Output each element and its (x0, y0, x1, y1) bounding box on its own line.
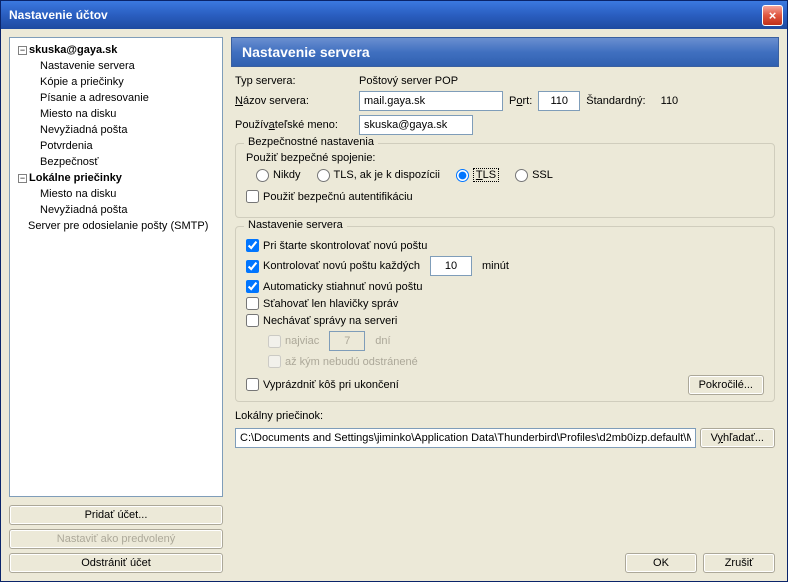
advanced-button[interactable]: Pokročilé... (688, 375, 764, 395)
collapse-icon[interactable]: − (18, 174, 27, 183)
max-days-unit: dní (375, 335, 390, 347)
server-name-input[interactable] (359, 91, 503, 111)
leave-on-server-checkbox[interactable]: Nechávať správy na serveri (246, 314, 397, 327)
tree-item-copies[interactable]: Kópie a priečinky (14, 74, 218, 90)
server-type-label: Typ servera: (235, 75, 353, 87)
std-port-value: 110 (661, 95, 679, 107)
local-folder-input[interactable] (235, 428, 696, 448)
security-legend: Bezpečnostné nastavenia (244, 136, 378, 148)
collapse-icon[interactable]: − (18, 46, 27, 55)
tree-account-label: skuska@gaya.sk (29, 44, 117, 56)
section-header: Nastavenie servera (231, 37, 779, 67)
tree-local-root[interactable]: − Lokálne priečinky (14, 170, 218, 186)
close-button[interactable]: × (762, 5, 783, 26)
server-settings-fieldset: Nastavenie servera Pri štarte skontrolov… (235, 226, 775, 402)
account-tree[interactable]: − skuska@gaya.sk Nastavenie servera Kópi… (9, 37, 223, 497)
tree-local-label: Lokálne priečinky (29, 172, 122, 184)
security-fieldset: Bezpečnostné nastavenia Použiť bezpečné … (235, 143, 775, 218)
tree-item-smtp[interactable]: Server pre odosielanie pošty (SMTP) (14, 218, 218, 234)
tree-item-receipts[interactable]: Potvrdenia (14, 138, 218, 154)
username-label: Používateľské meno: (235, 119, 353, 131)
titlebar: Nastavenie účtov × (1, 1, 787, 29)
username-input[interactable] (359, 115, 473, 135)
radio-tls[interactable]: TLS (456, 168, 499, 182)
port-input[interactable] (538, 91, 580, 111)
secure-auth-checkbox[interactable]: Použiť bezpečnú autentifikáciu (246, 190, 413, 203)
tree-item-disk[interactable]: Miesto na disku (14, 106, 218, 122)
tree-item-security[interactable]: Bezpečnosť (14, 154, 218, 170)
radio-never[interactable]: Nikdy (256, 169, 301, 182)
auto-download-checkbox[interactable]: Automaticky stiahnuť novú poštu (246, 280, 422, 293)
server-name-label: Názov servera: (235, 95, 353, 107)
port-label: Port: (509, 95, 532, 107)
tree-item-local-disk[interactable]: Miesto na disku (14, 186, 218, 202)
add-account-button[interactable]: Pridať účet... (9, 505, 223, 525)
headers-only-checkbox[interactable]: Sťahovať len hlavičky správ (246, 297, 398, 310)
ok-button[interactable]: OK (625, 553, 697, 573)
std-port-label: Štandardný: (586, 95, 645, 107)
set-default-button: Nastaviť ako predvolený (9, 529, 223, 549)
server-legend: Nastavenie servera (244, 219, 347, 231)
local-folder-label: Lokálny priečinok: (235, 410, 775, 422)
server-type-value: Poštový server POP (359, 75, 458, 87)
check-on-start-checkbox[interactable]: Pri štarte skontrolovať novú poštu (246, 239, 427, 252)
tree-item-junk[interactable]: Nevyžiadná pošta (14, 122, 218, 138)
tree-item-local-junk[interactable]: Nevyžiadná pošta (14, 202, 218, 218)
remove-account-button[interactable]: Odstrániť účet (9, 553, 223, 573)
radio-ssl[interactable]: SSL (515, 169, 553, 182)
radio-tls-if[interactable]: TLS, ak je k dispozícii (317, 169, 440, 182)
check-every-unit: minút (482, 260, 509, 272)
tree-account-root[interactable]: − skuska@gaya.sk (14, 42, 218, 58)
tree-item-server-settings[interactable]: Nastavenie servera (14, 58, 218, 74)
browse-button[interactable]: Vyhľadať... (700, 428, 775, 448)
cancel-button[interactable]: Zrušiť (703, 553, 775, 573)
conn-label: Použiť bezpečné spojenie: (246, 152, 764, 164)
check-every-checkbox[interactable]: Kontrolovať novú poštu každých (246, 260, 420, 273)
max-days-checkbox: najviac (268, 335, 319, 348)
empty-trash-checkbox[interactable]: Vyprázdniť kôš pri ukončení (246, 378, 399, 391)
max-days-input (329, 331, 365, 351)
tree-item-composition[interactable]: Písanie a adresovanie (14, 90, 218, 106)
check-every-input[interactable] (430, 256, 472, 276)
window-title: Nastavenie účtov (9, 8, 762, 22)
until-deleted-checkbox: až kým nebudú odstránené (268, 355, 418, 368)
